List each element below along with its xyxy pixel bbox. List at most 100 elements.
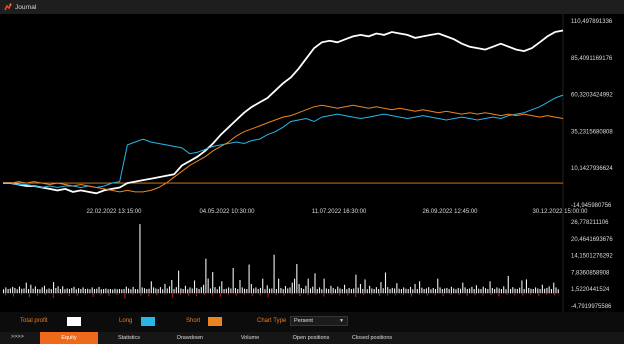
volume-bar — [469, 288, 471, 294]
volume-bar — [541, 284, 543, 294]
volume-bar — [262, 278, 264, 294]
volume-bar-negative — [203, 293, 206, 295]
volume-bar — [130, 289, 132, 294]
volume-bar — [237, 289, 239, 294]
volume-bar — [484, 288, 487, 294]
volume-bar — [259, 287, 261, 294]
tabs-overflow-button[interactable]: >>>> — [11, 334, 24, 340]
volume-bar — [125, 286, 127, 294]
volume-bar — [428, 287, 430, 294]
short-color-swatch[interactable] — [208, 317, 222, 326]
volume-bar-negative — [28, 293, 30, 298]
volume-bar — [243, 288, 246, 294]
volume-bar — [228, 287, 230, 294]
volume-bar — [105, 288, 107, 294]
volume-bar — [280, 287, 282, 294]
volume-bar-negative — [259, 293, 261, 296]
volume-bar — [132, 286, 134, 294]
long-label: Long — [119, 318, 133, 324]
volume-bar — [107, 289, 109, 294]
volume-bar — [478, 288, 480, 294]
tab-statistics[interactable]: Statistics — [100, 332, 158, 344]
volume-bar — [193, 280, 196, 294]
volume-bar — [307, 278, 309, 294]
volume-bar — [523, 289, 525, 294]
volume-bar — [66, 288, 68, 294]
volume-bar-negative — [44, 293, 46, 296]
volume-bar-negative — [188, 293, 190, 296]
volume-bar-negative — [68, 293, 70, 297]
volume-bar — [380, 282, 382, 294]
volume-bar — [157, 289, 159, 294]
volume-bar — [332, 287, 334, 294]
volume-bar-negative — [474, 293, 476, 296]
volume-bar-negative — [506, 293, 508, 295]
volume-bar — [509, 289, 512, 294]
y-tick-label: 10,1427936624 — [571, 166, 613, 172]
tab-drawdown[interactable]: Drawdown — [160, 332, 220, 344]
volume-bar — [446, 287, 448, 294]
volume-bar — [3, 289, 5, 294]
volume-bar — [500, 289, 502, 294]
volume-bar — [123, 289, 125, 294]
volume-bar — [253, 288, 255, 294]
volume-bar — [214, 287, 216, 294]
volume-bar-negative — [386, 293, 389, 296]
volume-bar — [387, 287, 389, 294]
tab-open-positions[interactable]: Open positions — [280, 332, 342, 344]
chart-type-select[interactable]: Persent ▼ — [290, 316, 348, 326]
volume-bar — [430, 289, 432, 294]
volume-bar — [139, 224, 141, 294]
volume-bar — [496, 287, 498, 294]
volume-bar — [89, 289, 91, 294]
volume-bar — [23, 288, 25, 294]
volume-bar — [39, 289, 41, 294]
volume-bar-negative — [371, 293, 373, 295]
volume-bar — [532, 289, 534, 294]
volume-bar-negative — [251, 293, 253, 296]
volume-bar-negative — [60, 293, 62, 295]
volume-bar — [448, 289, 450, 294]
volume-bar-negative — [267, 293, 269, 298]
chart-area: 110,497891336 85,4091169176 60,3203424992 3… — [0, 14, 624, 312]
journal-app-icon — [4, 3, 12, 11]
volume-bar — [182, 289, 184, 294]
volume-bar — [346, 289, 348, 294]
volume-bar-negative — [442, 293, 444, 297]
long-color-swatch[interactable] — [141, 317, 155, 326]
volume-bar — [409, 286, 412, 294]
volume-bar — [173, 289, 175, 294]
volume-bar — [257, 289, 259, 294]
volume-bar — [405, 288, 407, 294]
volume-bar — [109, 289, 111, 294]
volume-bar — [168, 286, 171, 294]
volume-bar-negative — [418, 293, 420, 295]
volume-bar — [118, 289, 121, 294]
total-profit-color-swatch[interactable] — [67, 317, 81, 326]
tab-equity[interactable]: Equity — [40, 332, 98, 344]
volume-bar — [432, 287, 434, 294]
volume-bar — [344, 284, 346, 294]
volume-bar-negative — [116, 293, 118, 296]
volume-bar — [50, 289, 52, 294]
volume-bar — [230, 288, 232, 294]
tab-volume[interactable]: Volume — [222, 332, 278, 344]
volume-bar — [341, 289, 343, 294]
volume-bar — [314, 273, 316, 294]
volume-bar — [198, 289, 200, 294]
volume-bar — [514, 288, 516, 294]
volume-bar — [498, 288, 500, 294]
volume-bar — [275, 289, 277, 294]
tab-closed-positions[interactable]: Closed positions — [344, 332, 400, 344]
volume-bar — [396, 283, 398, 294]
volume-bar — [134, 289, 136, 294]
volume-bar — [309, 288, 312, 294]
total-profit-label: Total profit — [20, 318, 48, 324]
volume-bar-negative — [538, 293, 540, 297]
volume-bar — [234, 287, 236, 294]
volume-bar — [239, 279, 241, 294]
volume-bar — [191, 288, 193, 294]
volume-bar — [91, 287, 93, 294]
volume-bar — [289, 287, 291, 294]
volume-bar — [407, 289, 409, 294]
